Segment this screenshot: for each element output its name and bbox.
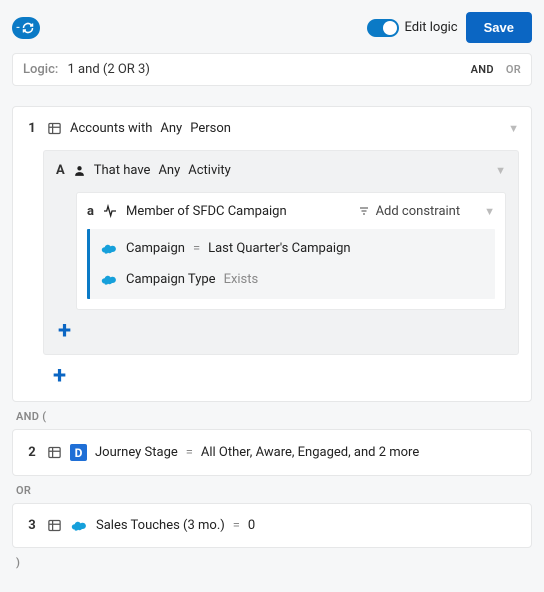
section-qty[interactable]: Any — [158, 163, 180, 178]
subsection-label: Member of SFDC Campaign — [126, 204, 287, 219]
toolbar: - Edit logic Save — [12, 12, 532, 43]
switch-icon — [367, 19, 399, 37]
condition-value: Last Quarter's Campaign — [208, 241, 350, 256]
conditions-list: Campaign = Last Quarter's Campaign Campa… — [87, 229, 495, 299]
add-constraint-label: Add constraint — [376, 204, 461, 219]
logic-bar[interactable]: Logic: 1 and (2 OR 3) AND OR — [12, 53, 532, 86]
filter-icon — [358, 205, 370, 217]
rule-header-a[interactable]: A That have Any Activity ▼ — [56, 163, 506, 178]
edit-logic-toggle[interactable]: Edit logic — [367, 19, 458, 37]
salesforce-icon — [100, 243, 118, 255]
block-index: 2 — [25, 445, 39, 460]
logic-label: Logic: — [23, 62, 58, 77]
connector-close: ) — [16, 556, 528, 569]
person-icon — [73, 164, 86, 177]
condition-row[interactable]: Campaign = Last Quarter's Campaign — [98, 233, 487, 264]
edit-logic-label: Edit logic — [405, 20, 458, 35]
value-label: 0 — [248, 518, 255, 533]
connector-or: OR — [16, 484, 528, 497]
activity-icon — [102, 203, 118, 219]
refresh-icon — [22, 22, 34, 34]
rule-block-3[interactable]: 3 Sales Touches (3 mo.) = 0 — [12, 503, 532, 548]
block-index: 3 — [25, 518, 39, 533]
op-label: = — [233, 518, 240, 533]
field-label: Sales Touches (3 mo.) — [96, 518, 225, 533]
rule-section-a: A That have Any Activity ▼ a — [43, 150, 519, 355]
object-icon — [47, 445, 62, 460]
field-label: Journey Stage — [95, 445, 178, 460]
value-label: All Other, Aware, Engaged, and 2 more — [201, 445, 419, 460]
block-index: 1 — [25, 121, 39, 136]
rule-subsection-a: a Member of SFDC Campaign Add constraint… — [76, 192, 506, 310]
condition-row[interactable]: Campaign Type Exists — [98, 264, 487, 295]
view-toggle[interactable]: - — [12, 17, 40, 39]
connector-and-open: AND ( — [16, 410, 528, 423]
rule-block-2[interactable]: 2 D Journey Stage = All Other, Aware, En… — [12, 429, 532, 476]
section-letter: A — [56, 163, 65, 178]
subsection-letter: a — [87, 204, 94, 219]
relation-label[interactable]: Person — [190, 121, 231, 136]
logic-expression: 1 and (2 OR 3) — [68, 62, 150, 77]
op-label: = — [186, 445, 193, 460]
chevron-down-icon[interactable]: ▼ — [495, 164, 506, 177]
condition-field: Campaign — [126, 241, 185, 256]
object-icon — [47, 518, 62, 533]
add-constraint-button[interactable]: Add constraint ▼ — [358, 204, 495, 219]
data-source-icon: D — [70, 444, 87, 461]
condition-op: = — [193, 241, 200, 256]
salesforce-icon — [70, 520, 88, 532]
section-prefix: That have — [94, 163, 151, 178]
add-rule-inner[interactable]: + — [58, 318, 506, 342]
add-rule-outer[interactable]: + — [53, 363, 519, 387]
salesforce-icon — [100, 274, 118, 286]
object-label: Accounts with — [70, 121, 152, 136]
qty-label[interactable]: Any — [160, 121, 182, 136]
save-button[interactable]: Save — [466, 12, 532, 43]
constraint-header[interactable]: a Member of SFDC Campaign Add constraint… — [87, 203, 495, 219]
chevron-down-icon[interactable]: ▼ — [508, 122, 519, 135]
section-relation[interactable]: Activity — [188, 163, 231, 178]
chevron-down-icon[interactable]: ▼ — [484, 205, 495, 218]
object-icon — [47, 121, 62, 136]
logic-op-or[interactable]: OR — [506, 63, 521, 76]
logic-op-and[interactable]: AND — [471, 63, 494, 76]
condition-field: Campaign Type — [126, 272, 216, 287]
rule-block-1: 1 Accounts with Any Person ▼ A That have — [12, 106, 532, 402]
condition-op: Exists — [224, 272, 259, 287]
rule-header-1[interactable]: 1 Accounts with Any Person ▼ — [25, 121, 519, 136]
